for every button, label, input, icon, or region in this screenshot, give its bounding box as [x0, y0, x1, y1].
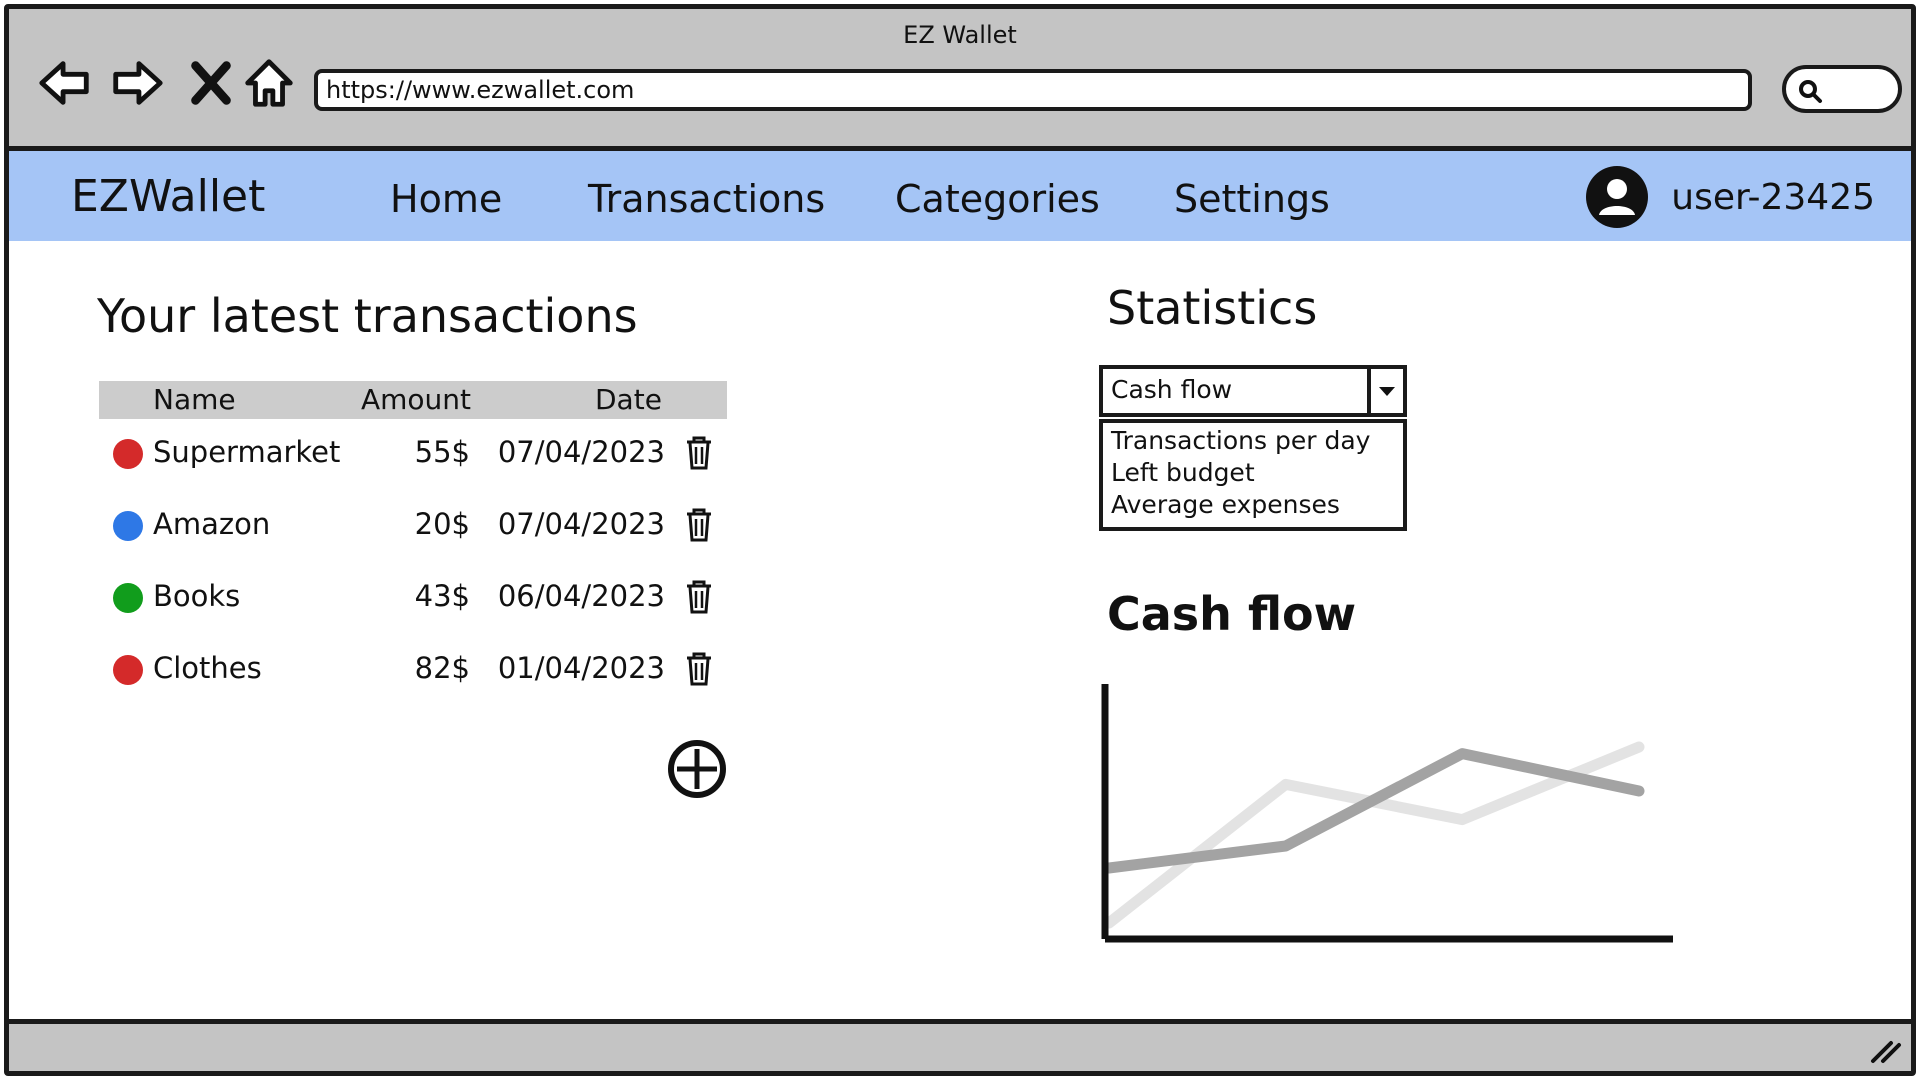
- user-menu[interactable]: user-23425: [1585, 165, 1875, 229]
- nav-transactions[interactable]: Transactions: [588, 177, 825, 221]
- close-x-icon: [191, 61, 231, 105]
- cash-flow-chart: [1101, 684, 1673, 943]
- trash-icon[interactable]: [683, 507, 715, 543]
- category-color-dot: [113, 511, 143, 541]
- transaction-amount: 55$: [414, 435, 470, 469]
- chart-series-group: [1103, 741, 1645, 929]
- app-logo[interactable]: EZWallet: [71, 171, 265, 222]
- transaction-amount: 43$: [414, 579, 470, 613]
- forward-arrow-icon: [113, 61, 163, 105]
- transaction-name: Clothes: [153, 651, 262, 685]
- nav-categories[interactable]: Categories: [895, 177, 1100, 221]
- resize-grip-icon[interactable]: [1867, 1035, 1903, 1065]
- transaction-date: 07/04/2023: [497, 435, 665, 469]
- column-header-name: Name: [153, 383, 236, 416]
- trash-icon[interactable]: [683, 651, 715, 687]
- chart-title: Cash flow: [1107, 587, 1357, 641]
- column-header-date: Date: [595, 383, 662, 416]
- browser-statusbar: [9, 1019, 1911, 1071]
- statistics-title: Statistics: [1107, 281, 1318, 335]
- option-left-budget[interactable]: Left budget: [1103, 457, 1403, 489]
- back-arrow-icon: [39, 61, 89, 105]
- home-button[interactable]: [239, 53, 299, 113]
- transaction-name: Books: [153, 579, 241, 613]
- dropdown-arrow-icon[interactable]: [1367, 369, 1403, 413]
- home-icon: [245, 59, 293, 107]
- url-field[interactable]: https://www.ezwallet.com: [314, 69, 1752, 111]
- table-row[interactable]: Clothes 82$ 01/04/2023: [99, 635, 727, 707]
- category-color-dot: [113, 583, 143, 613]
- transaction-date: 07/04/2023: [497, 507, 665, 541]
- trash-icon[interactable]: [683, 435, 715, 471]
- app-navbar: EZWallet Home Transactions Categories Se…: [9, 151, 1911, 241]
- transaction-name: Amazon: [153, 507, 271, 541]
- browser-window: EZ Wallet https://www.ezwallet.com EZWal…: [4, 4, 1916, 1076]
- table-row[interactable]: Amazon 20$ 07/04/2023: [99, 491, 727, 563]
- transaction-date: 01/04/2023: [497, 651, 665, 685]
- nav-home[interactable]: Home: [390, 177, 502, 221]
- category-color-dot: [113, 655, 143, 685]
- table-header: Name Amount Date: [99, 381, 727, 419]
- option-transactions-per-day[interactable]: Transactions per day: [1103, 425, 1403, 457]
- transactions-title: Your latest transactions: [97, 289, 638, 343]
- table-body: Supermarket 55$ 07/04/2023 Amazon 20$ 07/04/2…: [99, 419, 727, 707]
- option-average-expenses[interactable]: Average expenses: [1103, 489, 1403, 521]
- statistics-select[interactable]: Cash flow: [1099, 365, 1407, 417]
- transaction-amount: 82$: [414, 651, 470, 685]
- transaction-name: Supermarket: [153, 435, 341, 469]
- trash-icon[interactable]: [683, 579, 715, 615]
- window-title: EZ Wallet: [903, 21, 1017, 49]
- browser-search-button[interactable]: [1782, 65, 1902, 113]
- forward-button[interactable]: [107, 53, 167, 113]
- username: user-23425: [1671, 176, 1875, 218]
- table-row[interactable]: Supermarket 55$ 07/04/2023: [99, 419, 727, 491]
- stop-button[interactable]: [181, 53, 241, 113]
- chart-series-line-1: [1103, 748, 1645, 874]
- add-transaction-button[interactable]: [667, 739, 727, 799]
- browser-titlebar: EZ Wallet https://www.ezwallet.com: [9, 9, 1911, 151]
- transaction-date: 06/04/2023: [497, 579, 665, 613]
- table-row[interactable]: Books 43$ 06/04/2023: [99, 563, 727, 635]
- category-color-dot: [113, 439, 143, 469]
- transactions-table: Name Amount Date Supermarket 55$ 07/04/202…: [99, 381, 727, 707]
- statistics-options: Transactions per day Left budget Average…: [1099, 419, 1407, 531]
- back-button[interactable]: [35, 53, 95, 113]
- transaction-amount: 20$: [414, 507, 470, 541]
- search-icon: [1799, 80, 1822, 103]
- nav-settings[interactable]: Settings: [1174, 177, 1330, 221]
- statistics-select-value: Cash flow: [1111, 375, 1233, 404]
- column-header-amount: Amount: [361, 383, 472, 416]
- user-avatar-icon: [1585, 165, 1649, 229]
